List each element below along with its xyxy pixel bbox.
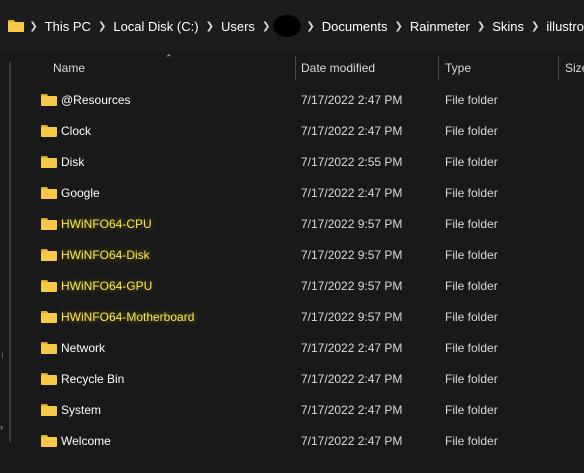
chevron-right-icon[interactable]: ❯: [531, 21, 539, 32]
column-divider[interactable]: [438, 56, 439, 80]
file-name[interactable]: System: [61, 395, 101, 426]
file-name[interactable]: HWiNFO64-CPU: [61, 209, 152, 240]
list-item[interactable]: @Resources 7/17/2022 2:47 PM File folder: [20, 85, 584, 116]
redacted-username[interactable]: [273, 15, 302, 37]
list-item[interactable]: Network 7/17/2022 2:47 PM File folder: [20, 333, 584, 364]
list-item[interactable]: HWiNFO64-GPU 7/17/2022 9:57 PM File folder: [20, 271, 584, 302]
date-modified: 7/17/2022 9:57 PM: [301, 279, 403, 293]
folder-icon: [41, 156, 57, 168]
folder-icon: [8, 20, 24, 32]
list-item[interactable]: System 7/17/2022 2:47 PM File folder: [20, 395, 584, 426]
breadcrumb-item-skins[interactable]: Skins: [492, 19, 524, 34]
chevron-right-icon[interactable]: ❯: [306, 21, 314, 32]
folder-icon: [41, 187, 57, 199]
pane-tick: [2, 352, 3, 358]
file-name[interactable]: @Resources: [61, 85, 131, 116]
date-modified: 7/17/2022 9:57 PM: [301, 310, 403, 324]
column-header-name[interactable]: Name: [53, 52, 293, 84]
list-item[interactable]: Disk 7/17/2022 2:55 PM File folder: [20, 147, 584, 178]
file-type: File folder: [445, 403, 498, 417]
file-name[interactable]: Network: [61, 333, 105, 364]
date-modified: 7/17/2022 2:47 PM: [301, 124, 403, 138]
chevron-right-icon[interactable]: ›: [0, 422, 3, 432]
file-type: File folder: [445, 279, 498, 293]
folder-icon: [41, 342, 57, 354]
folder-icon: [41, 94, 57, 106]
list-item[interactable]: HWiNFO64-CPU 7/17/2022 9:57 PM File folder: [20, 209, 584, 240]
folder-icon: [41, 218, 57, 230]
file-type: File folder: [445, 372, 498, 386]
folder-icon: [41, 435, 57, 447]
file-name[interactable]: HWiNFO64-Motherboard: [61, 302, 194, 333]
date-modified: 7/17/2022 2:47 PM: [301, 403, 403, 417]
breadcrumb: ❯ This PC ❯ Local Disk (C:) ❯ Users ❯ ❯ …: [0, 0, 584, 52]
chevron-right-icon[interactable]: ❯: [29, 21, 37, 32]
file-name[interactable]: HWiNFO64-GPU: [61, 271, 152, 302]
chevron-right-icon[interactable]: ❯: [206, 21, 214, 32]
file-type: File folder: [445, 248, 498, 262]
column-header-type[interactable]: Type: [445, 52, 555, 84]
date-modified: 7/17/2022 2:47 PM: [301, 93, 403, 107]
breadcrumb-item-rainmeter[interactable]: Rainmeter: [410, 19, 470, 34]
navigation-pane-edge: ›: [0, 52, 20, 473]
date-modified: 7/17/2022 2:47 PM: [301, 434, 403, 448]
list-item[interactable]: Clock 7/17/2022 2:47 PM File folder: [20, 116, 584, 147]
chevron-right-icon[interactable]: ❯: [477, 21, 485, 32]
file-type: File folder: [445, 310, 498, 324]
file-name[interactable]: Disk: [61, 147, 84, 178]
column-header-row: ⌃ Name Date modified Type Size: [20, 52, 584, 84]
list-item[interactable]: Recycle Bin 7/17/2022 2:47 PM File folder: [20, 364, 584, 395]
breadcrumb-item-this-pc[interactable]: This PC: [45, 19, 91, 34]
file-list: @Resources 7/17/2022 2:47 PM File folder Cl…: [20, 85, 584, 457]
file-type: File folder: [445, 124, 498, 138]
file-type: File folder: [445, 186, 498, 200]
file-name[interactable]: Recycle Bin: [61, 364, 124, 395]
file-name[interactable]: Google: [61, 178, 100, 209]
pane-divider[interactable]: [9, 62, 11, 442]
chevron-right-icon[interactable]: ❯: [98, 21, 106, 32]
folder-icon: [41, 249, 57, 261]
breadcrumb-item-documents[interactable]: Documents: [322, 19, 388, 34]
chevron-right-icon[interactable]: ❯: [394, 21, 402, 32]
chevron-right-icon[interactable]: ❯: [262, 21, 270, 32]
folder-icon: [41, 373, 57, 385]
column-header-size[interactable]: Size: [565, 52, 584, 84]
list-item[interactable]: Google 7/17/2022 2:47 PM File folder: [20, 178, 584, 209]
column-header-date-modified[interactable]: Date modified: [301, 52, 436, 84]
file-type: File folder: [445, 155, 498, 169]
folder-icon: [41, 404, 57, 416]
date-modified: 7/17/2022 2:47 PM: [301, 372, 403, 386]
column-divider[interactable]: [295, 56, 296, 80]
folder-icon: [41, 125, 57, 137]
list-item[interactable]: HWiNFO64-Motherboard 7/17/2022 9:57 PM Fil…: [20, 302, 584, 333]
list-item[interactable]: HWiNFO64-Disk 7/17/2022 9:57 PM File folde…: [20, 240, 584, 271]
date-modified: 7/17/2022 2:47 PM: [301, 186, 403, 200]
date-modified: 7/17/2022 2:47 PM: [301, 341, 403, 355]
file-type: File folder: [445, 434, 498, 448]
file-name[interactable]: HWiNFO64-Disk: [61, 240, 150, 271]
date-modified: 7/17/2022 2:55 PM: [301, 155, 403, 169]
file-name[interactable]: Welcome: [61, 426, 111, 457]
breadcrumb-item-illustro[interactable]: illustro: [546, 19, 584, 34]
list-item[interactable]: Welcome 7/17/2022 2:47 PM File folder: [20, 426, 584, 457]
breadcrumb-item-local-disk[interactable]: Local Disk (C:): [113, 19, 198, 34]
date-modified: 7/17/2022 9:57 PM: [301, 217, 403, 231]
file-type: File folder: [445, 341, 498, 355]
folder-icon: [41, 280, 57, 292]
breadcrumb-item-users[interactable]: Users: [221, 19, 255, 34]
file-type: File folder: [445, 217, 498, 231]
folder-icon: [41, 311, 57, 323]
file-type: File folder: [445, 93, 498, 107]
file-name[interactable]: Clock: [61, 116, 91, 147]
date-modified: 7/17/2022 9:57 PM: [301, 248, 403, 262]
column-divider[interactable]: [558, 56, 559, 80]
